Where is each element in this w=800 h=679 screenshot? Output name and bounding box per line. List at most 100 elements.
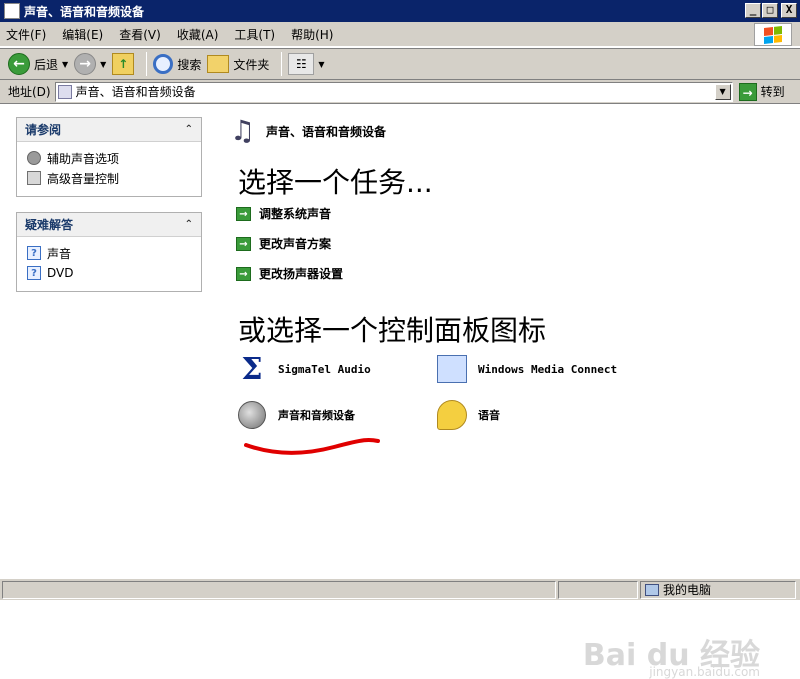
cp-label: SigmaTel Audio bbox=[278, 362, 371, 376]
speech-icon bbox=[436, 399, 468, 431]
see-also-panel: 请参阅 ⌃ 辅助声音选项 高级音量控制 bbox=[16, 117, 202, 197]
troubleshoot-title: 疑难解答 bbox=[25, 218, 74, 232]
cp-label: 声音和音频设备 bbox=[278, 409, 355, 422]
address-input[interactable]: 声音、语音和音频设备 ▼ bbox=[54, 81, 733, 102]
search-label: 搜索 bbox=[177, 57, 202, 72]
pick-icon-heading: 或选择一个控制面板图标 bbox=[238, 314, 547, 347]
red-underline-annotation bbox=[244, 437, 380, 455]
task-label: 调整系统声音 bbox=[259, 207, 332, 221]
task-label: 更改扬声器设置 bbox=[259, 267, 344, 281]
link-label: 高级音量控制 bbox=[47, 171, 120, 186]
search-icon bbox=[153, 54, 174, 74]
cp-label: 语音 bbox=[478, 409, 500, 422]
chevron-down-icon[interactable]: ▼ bbox=[714, 83, 731, 100]
cp-sigmatel-audio[interactable]: Σ SigmaTel Audio bbox=[236, 351, 371, 387]
collapse-chevron-icon[interactable]: ⌃ bbox=[185, 124, 193, 135]
menu-file[interactable]: 文件(F) bbox=[6, 26, 46, 43]
status-bar: 我的电脑 bbox=[0, 578, 800, 600]
category-title: 声音、语音和音频设备 bbox=[266, 124, 387, 139]
status-pane-main bbox=[2, 580, 556, 599]
toolbar: ← 后退 ▼ → ▼ ↑ 搜索 文件夹 ☷ ▼ bbox=[0, 48, 800, 80]
back-button[interactable]: ← 后退 ▼ bbox=[8, 53, 68, 75]
chevron-down-icon[interactable]: ▼ bbox=[100, 60, 106, 69]
views-button[interactable]: ☷ ▼ bbox=[288, 53, 325, 75]
go-button[interactable]: → 转到 bbox=[738, 82, 785, 101]
task-label: 更改声音方案 bbox=[259, 237, 332, 251]
green-arrow-icon: → bbox=[236, 206, 251, 221]
watermark-url: jingyan.baidu.com bbox=[649, 665, 760, 679]
menu-bar: 文件(F) 编辑(E) 查看(V) 收藏(A) 工具(T) 帮助(H) bbox=[0, 22, 800, 47]
maximize-button[interactable]: □ bbox=[762, 3, 778, 18]
pick-task-heading: 选择一个任务... bbox=[238, 166, 433, 199]
content-area: 请参阅 ⌃ 辅助声音选项 高级音量控制 疑难解答 ⌃ ? 声音 ? DVD ♫ … bbox=[0, 105, 800, 679]
forward-button[interactable]: → ▼ bbox=[74, 53, 106, 75]
troubleshoot-dvd-link[interactable]: ? DVD bbox=[27, 263, 191, 283]
up-folder-button[interactable]: ↑ bbox=[112, 53, 135, 75]
cp-windows-media-connect[interactable]: Windows Media Connect bbox=[436, 353, 617, 385]
forward-arrow-icon: → bbox=[74, 53, 97, 75]
menu-edit[interactable]: 编辑(E) bbox=[62, 26, 103, 43]
green-arrow-icon: → bbox=[236, 236, 251, 251]
music-notes-icon: ♫ bbox=[230, 114, 256, 147]
troubleshoot-header[interactable]: 疑难解答 ⌃ bbox=[17, 213, 201, 237]
computer-icon bbox=[645, 583, 659, 596]
troubleshoot-sound-link[interactable]: ? 声音 bbox=[27, 243, 191, 263]
menu-help[interactable]: 帮助(H) bbox=[291, 26, 333, 43]
search-button[interactable]: 搜索 bbox=[153, 54, 201, 74]
chevron-down-icon: ▼ bbox=[318, 59, 325, 69]
link-label: DVD bbox=[47, 266, 74, 280]
cp-label: Windows Media Connect bbox=[478, 362, 618, 376]
folder-icon bbox=[207, 55, 230, 73]
task-change-sound-scheme[interactable]: → 更改声音方案 bbox=[236, 235, 331, 252]
close-button[interactable]: X bbox=[781, 3, 797, 18]
sigmatel-icon: Σ bbox=[241, 351, 263, 387]
up-folder-icon: ↑ bbox=[112, 53, 135, 75]
link-label: 辅助声音选项 bbox=[47, 151, 120, 166]
views-grid-icon: ☷ bbox=[288, 53, 315, 75]
menu-view[interactable]: 查看(V) bbox=[119, 26, 161, 43]
collapse-chevron-icon[interactable]: ⌃ bbox=[185, 219, 193, 230]
cp-speech[interactable]: 语音 bbox=[436, 399, 500, 431]
windows-logo-icon bbox=[754, 23, 792, 46]
control-panel-icon bbox=[4, 3, 20, 19]
toolbar-separator bbox=[146, 52, 148, 76]
status-zone: 我的电脑 bbox=[640, 580, 796, 599]
title-bar: 声音、语音和音频设备 _ □ X bbox=[0, 0, 800, 22]
window-controls: _ □ X bbox=[745, 3, 797, 18]
see-also-advanced-volume-link[interactable]: 高级音量控制 bbox=[27, 168, 191, 188]
troubleshoot-panel: 疑难解答 ⌃ ? 声音 ? DVD bbox=[16, 212, 202, 292]
go-arrow-icon: → bbox=[738, 82, 757, 101]
see-also-accessibility-sound-link[interactable]: 辅助声音选项 bbox=[27, 148, 191, 168]
status-pane-middle bbox=[558, 580, 638, 599]
address-label: 地址(D) bbox=[8, 85, 51, 99]
control-panel-icon bbox=[57, 84, 72, 99]
cp-sound-audio-devices[interactable]: 声音和音频设备 bbox=[236, 399, 355, 431]
help-icon: ? bbox=[27, 266, 41, 280]
category-header: ♫ 声音、语音和音频设备 bbox=[226, 115, 386, 147]
media-connect-icon bbox=[436, 353, 468, 385]
see-also-title: 请参阅 bbox=[25, 123, 62, 137]
toolbar-separator bbox=[281, 52, 283, 76]
back-label: 后退 bbox=[34, 57, 59, 72]
menu-favorites[interactable]: 收藏(A) bbox=[177, 26, 219, 43]
speaker-icon bbox=[27, 151, 41, 165]
window-title: 声音、语音和音频设备 bbox=[24, 4, 145, 19]
back-arrow-icon: ← bbox=[8, 53, 30, 75]
speaker-icon bbox=[236, 399, 268, 431]
address-value: 声音、语音和音频设备 bbox=[75, 85, 196, 99]
folders-button[interactable]: 文件夹 bbox=[207, 55, 269, 73]
task-adjust-system-sounds[interactable]: → 调整系统声音 bbox=[236, 205, 331, 222]
status-zone-label: 我的电脑 bbox=[663, 583, 712, 597]
minimize-button[interactable]: _ bbox=[745, 3, 761, 18]
task-change-speaker-settings[interactable]: → 更改扬声器设置 bbox=[236, 265, 343, 282]
mixer-icon bbox=[27, 171, 41, 185]
help-icon: ? bbox=[27, 246, 41, 260]
see-also-header[interactable]: 请参阅 ⌃ bbox=[17, 118, 201, 142]
menu-tools[interactable]: 工具(T) bbox=[234, 26, 275, 43]
go-label: 转到 bbox=[760, 85, 785, 99]
address-bar: 地址(D) 声音、语音和音频设备 ▼ → 转到 bbox=[0, 80, 800, 104]
folders-label: 文件夹 bbox=[233, 57, 270, 72]
link-label: 声音 bbox=[47, 246, 72, 261]
green-arrow-icon: → bbox=[236, 266, 251, 281]
chevron-down-icon[interactable]: ▼ bbox=[62, 60, 68, 69]
